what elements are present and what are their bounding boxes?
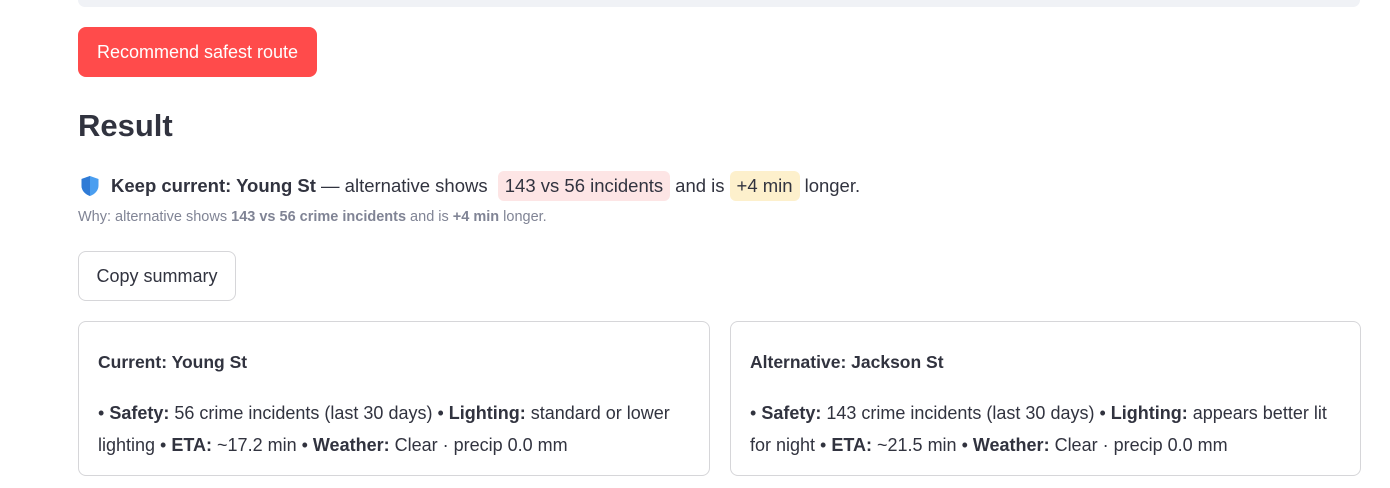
decision-text: Keep current: Young St — [111, 175, 316, 196]
weather-value: Clear · precip 0.0 mm — [1049, 435, 1228, 455]
recommend-safest-route-button[interactable]: Recommend safest route — [78, 27, 317, 77]
copy-summary-button[interactable]: Copy summary — [78, 251, 236, 301]
summary-text-2: and is — [675, 175, 725, 196]
previous-container-edge — [78, 0, 1360, 7]
safety-value: 56 crime incidents (last 30 days) • — [169, 403, 449, 423]
why-prefix: Why: alternative shows — [78, 209, 232, 225]
result-summary: Keep current: Young St — alternative sho… — [80, 170, 1360, 202]
why-caption: Why: alternative shows 143 vs 56 crime i… — [78, 206, 547, 228]
why-middle: and is — [406, 209, 453, 225]
summary-text-1: — alternative shows — [315, 175, 493, 196]
alternative-route-card: Alternative: Jackson St • Safety: 143 cr… — [730, 321, 1361, 476]
card-title: Current: Young St — [98, 352, 248, 372]
why-suffix: longer. — [499, 209, 547, 225]
time-chip: +4 min — [729, 171, 800, 201]
lighting-label: Lighting: — [448, 403, 526, 423]
summary-text-3: longer. — [804, 175, 861, 196]
safety-value: 143 crime incidents (last 30 days) • — [821, 403, 1111, 423]
lighting-label: Lighting: — [1110, 403, 1188, 423]
card-details: • Safety: 143 crime incidents (last 30 d… — [750, 403, 1327, 455]
weather-label: Weather: — [312, 435, 390, 455]
card-title: Alternative: Jackson St — [750, 352, 944, 372]
card-details: • Safety: 56 crime incidents (last 30 da… — [98, 403, 670, 455]
incidents-chip: 143 vs 56 incidents — [497, 171, 671, 201]
current-route-card: Current: Young St • Safety: 56 crime inc… — [78, 321, 710, 476]
safety-label: Safety: — [761, 403, 822, 423]
result-heading: Result — [78, 108, 173, 143]
eta-value: ~17.2 min • — [212, 435, 313, 455]
eta-label: ETA: — [171, 435, 213, 455]
why-incidents: 143 vs 56 crime incidents — [231, 209, 407, 225]
why-time: +4 min — [452, 209, 500, 225]
weather-label: Weather: — [972, 435, 1050, 455]
shield-icon — [81, 176, 99, 196]
eta-value: ~21.5 min • — [872, 435, 973, 455]
safety-label: Safety: — [109, 403, 170, 423]
weather-value: Clear · precip 0.0 mm — [389, 435, 568, 455]
eta-label: ETA: — [831, 435, 873, 455]
